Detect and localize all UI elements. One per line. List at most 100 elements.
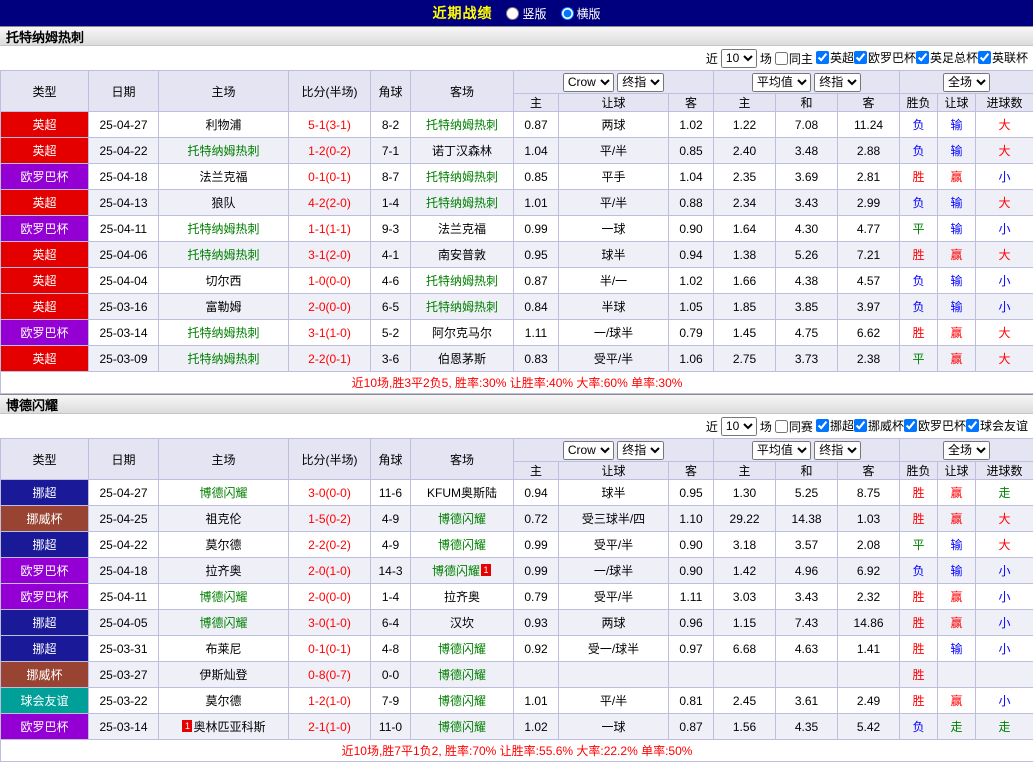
team-bar: 博德闪耀 <box>0 394 1033 414</box>
away-team-name[interactable]: KFUM奥斯陆 <box>427 486 497 500</box>
home-team-name[interactable]: 博德闪耀 <box>199 616 247 630</box>
away-team-name[interactable]: 博德闪耀 <box>438 668 486 682</box>
result-goals: 小 <box>976 584 1033 610</box>
league-checkbox[interactable] <box>854 419 867 432</box>
away-team-name[interactable]: 博德闪耀 <box>438 720 486 734</box>
home-team-name[interactable]: 伊斯灿登 <box>199 668 247 682</box>
league-checkbox[interactable] <box>816 419 829 432</box>
odds-source-select[interactable]: Crow <box>563 73 614 92</box>
league-label: 英超 <box>830 49 854 66</box>
home-team-name[interactable]: 托特纳姆热刺 <box>187 144 259 158</box>
home-team-name[interactable]: 切尔西 <box>205 274 241 288</box>
league-checkbox[interactable] <box>854 51 867 64</box>
odds-final-select[interactable]: 终指 <box>617 73 664 92</box>
league-filter-option[interactable]: 球会友谊 <box>966 417 1028 434</box>
away-team-name[interactable]: 南安普敦 <box>438 248 486 262</box>
fulltime-select[interactable]: 全场 <box>943 441 990 460</box>
home-team-name[interactable]: 法兰克福 <box>199 170 247 184</box>
away-team-name[interactable]: 法兰克福 <box>438 222 486 236</box>
avg-final-select[interactable]: 终指 <box>814 441 861 460</box>
away-team-name[interactable]: 托特纳姆热刺 <box>426 118 498 132</box>
away-team-name[interactable]: 托特纳姆热刺 <box>426 196 498 210</box>
league-filter-option[interactable]: 英超 <box>816 49 854 66</box>
away-team-name[interactable]: 博德闪耀 <box>432 564 480 578</box>
away-team-name[interactable]: 诺丁汉森林 <box>432 144 492 158</box>
away-team-cell: 法兰克福 <box>411 216 514 242</box>
league-filter-option[interactable]: 英联杯 <box>978 49 1028 66</box>
home-team-name[interactable]: 利物浦 <box>205 118 241 132</box>
home-team-name[interactable]: 狼队 <box>211 196 235 210</box>
handicap-odds-home: 0.99 <box>514 216 559 242</box>
fulltime-select[interactable]: 全场 <box>943 73 990 92</box>
match-count-select[interactable]: 10 <box>721 49 757 68</box>
result-handicap: 输 <box>938 268 976 294</box>
league-checkbox[interactable] <box>916 51 929 64</box>
same-filter[interactable]: 同主 <box>775 50 813 67</box>
league-type-badge: 欧罗巴杯 <box>1 558 89 584</box>
away-team-name[interactable]: 汉坎 <box>450 616 474 630</box>
layout-option-horizontal[interactable]: 横版 <box>561 5 601 22</box>
odds-source-select[interactable]: Crow <box>563 441 614 460</box>
home-team-name[interactable]: 拉齐奥 <box>205 564 241 578</box>
match-rows: 挪超25-04-27博德闪耀3-0(0-0)11-6KFUM奥斯陆0.94球半0… <box>1 480 1033 740</box>
league-filter-option[interactable]: 欧罗巴杯 <box>904 417 966 434</box>
league-filter-option[interactable]: 挪威杯 <box>854 417 904 434</box>
avg-odds-draw: 3.85 <box>776 294 838 320</box>
away-team-name[interactable]: 拉齐奥 <box>444 590 480 604</box>
home-team-name[interactable]: 托特纳姆热刺 <box>187 352 259 366</box>
same-filter-checkbox[interactable] <box>775 52 788 65</box>
odds-final-select[interactable]: 终指 <box>617 441 664 460</box>
result-wdl: 平 <box>900 216 938 242</box>
league-filter-option[interactable]: 欧罗巴杯 <box>854 49 916 66</box>
avg-final-select[interactable]: 终指 <box>814 73 861 92</box>
same-filter[interactable]: 同赛 <box>775 418 813 435</box>
layout-option-vertical[interactable]: 竖版 <box>506 5 546 22</box>
away-team-name[interactable]: 博德闪耀 <box>438 642 486 656</box>
away-team-cell: 托特纳姆热刺 <box>411 112 514 138</box>
home-team-name[interactable]: 祖克伦 <box>205 512 241 526</box>
away-team-name[interactable]: 托特纳姆热刺 <box>426 170 498 184</box>
league-checkbox[interactable] <box>904 419 917 432</box>
avg-source-select[interactable]: 平均值 <box>752 73 811 92</box>
league-checkbox[interactable] <box>816 51 829 64</box>
away-team-name[interactable]: 博德闪耀 <box>438 512 486 526</box>
home-team-name[interactable]: 托特纳姆热刺 <box>187 248 259 262</box>
home-team-name[interactable]: 莫尔德 <box>205 694 241 708</box>
result-wdl: 平 <box>900 346 938 372</box>
away-team-name[interactable]: 伯恩茅斯 <box>438 352 486 366</box>
league-label: 英足总杯 <box>930 49 978 66</box>
home-team-name[interactable]: 博德闪耀 <box>199 486 247 500</box>
avg-source-select[interactable]: 平均值 <box>752 441 811 460</box>
away-team-name[interactable]: 博德闪耀 <box>438 538 486 552</box>
handicap-line: 一/球半 <box>559 320 669 346</box>
home-team-name[interactable]: 奥林匹亚科斯 <box>193 720 265 734</box>
away-team-name[interactable]: 博德闪耀 <box>438 694 486 708</box>
layout-radio-vertical[interactable] <box>506 7 519 20</box>
avg-odds-draw: 5.26 <box>776 242 838 268</box>
same-filter-checkbox[interactable] <box>775 420 788 433</box>
home-team-name[interactable]: 富勒姆 <box>205 300 241 314</box>
match-row: 挪超25-04-22莫尔德2-2(0-2)4-9博德闪耀0.99受平/半0.90… <box>1 532 1033 558</box>
home-team-name[interactable]: 莫尔德 <box>205 538 241 552</box>
league-filter-option[interactable]: 挪超 <box>816 417 854 434</box>
league-filter-option[interactable]: 英足总杯 <box>916 49 978 66</box>
home-team-name[interactable]: 托特纳姆热刺 <box>187 222 259 236</box>
result-handicap: 输 <box>938 112 976 138</box>
match-row: 英超25-03-09托特纳姆热刺2-2(0-1)3-6伯恩茅斯0.83受平/半1… <box>1 346 1033 372</box>
match-date: 25-04-04 <box>89 268 159 294</box>
away-team-cell: 博德闪耀 <box>411 636 514 662</box>
away-team-name[interactable]: 托特纳姆热刺 <box>426 300 498 314</box>
match-rows: 英超25-04-27利物浦5-1(3-1)8-2托特纳姆热刺0.87两球1.02… <box>1 112 1033 372</box>
away-team-name[interactable]: 阿尔克马尔 <box>432 326 492 340</box>
league-checkbox[interactable] <box>978 51 991 64</box>
avg-odds-away: 3.97 <box>838 294 900 320</box>
league-checkbox[interactable] <box>966 419 979 432</box>
handicap-odds-away: 0.88 <box>669 190 714 216</box>
avg-odds-draw: 7.08 <box>776 112 838 138</box>
match-count-select[interactable]: 10 <box>721 417 757 436</box>
home-team-name[interactable]: 布莱尼 <box>205 642 241 656</box>
home-team-name[interactable]: 博德闪耀 <box>199 590 247 604</box>
home-team-name[interactable]: 托特纳姆热刺 <box>187 326 259 340</box>
layout-radio-horizontal[interactable] <box>561 7 574 20</box>
away-team-name[interactable]: 托特纳姆热刺 <box>426 274 498 288</box>
